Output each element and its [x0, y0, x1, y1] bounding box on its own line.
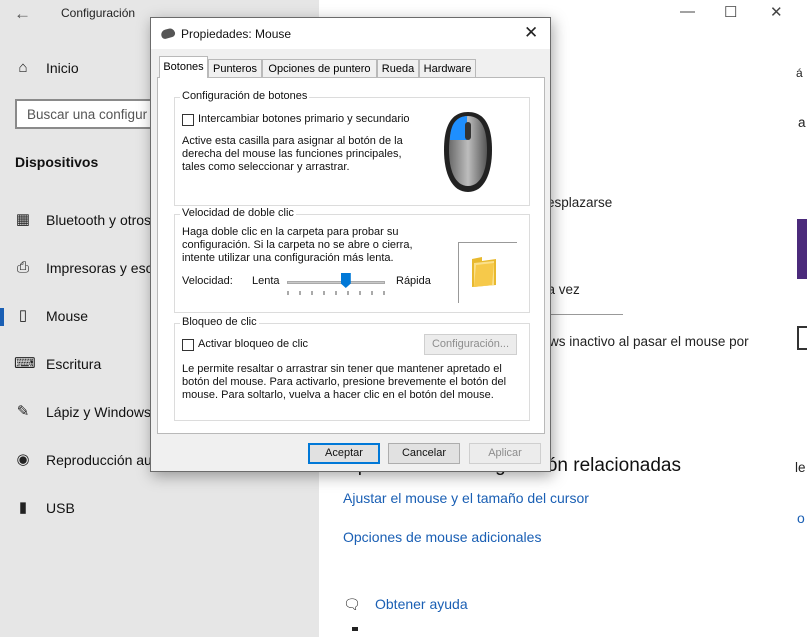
slider-ticks [287, 291, 385, 295]
group-click-lock: Bloqueo de clic Activar bloqueo de clic … [174, 316, 530, 421]
tab-panel-botones: Configuración de botones Intercambiar bo… [157, 77, 545, 434]
section-heading: Dispositivos [15, 154, 99, 170]
edge-char: o [797, 510, 805, 526]
ok-button[interactable]: Aceptar [308, 443, 380, 464]
bluetooth-icon: ▦ [15, 211, 31, 228]
tab-botones[interactable]: Botones [159, 56, 208, 78]
keyboard-icon: ⌨ [14, 355, 36, 372]
click-lock-description: Le permite resaltar o arrastrar sin tene… [182, 363, 507, 401]
autoplay-icon: ◉ [16, 451, 30, 468]
minimize-icon[interactable]: — [680, 3, 695, 20]
link-cursor-size[interactable]: Ajustar el mouse y el tamaño del cursor [343, 490, 589, 506]
slider-track [287, 281, 385, 284]
slow-label: Lenta [252, 275, 280, 287]
mouse-properties-dialog: Propiedades: Mouse ✕ Botones Punteros Op… [150, 17, 551, 472]
fast-label: Rápida [396, 275, 431, 287]
home-icon: ⌂ [18, 59, 28, 76]
speed-description: Haga doble clic en la carpeta para proba… [182, 226, 413, 264]
sidebar-item-label: Impresoras y esc [46, 260, 153, 276]
edge-char: le [795, 460, 806, 475]
group-button-config: Configuración de botones Intercambiar bo… [174, 90, 530, 206]
swap-buttons-description: Active esta casilla para asignar al botó… [182, 135, 403, 173]
cancel-button[interactable]: Cancelar [388, 443, 460, 464]
pen-icon: ✎ [16, 403, 30, 420]
group-double-click-speed: Velocidad de doble clic Haga doble clic … [174, 207, 530, 313]
toggle-partial[interactable] [797, 326, 807, 350]
option-text: esplazarse [547, 195, 613, 210]
click-lock-settings-button[interactable]: Configuración... [424, 334, 517, 355]
group-title: Configuración de botones [180, 90, 310, 102]
feedback-icon [352, 627, 358, 631]
sidebar-item-label: Mouse [46, 308, 89, 324]
app-title: Configuración [61, 6, 136, 20]
sidebar-item-usb[interactable]: ▮ USB [0, 491, 319, 527]
folder-icon[interactable] [470, 255, 498, 289]
mouse-icon: ▯ [18, 307, 28, 324]
edge-char: a [798, 115, 806, 130]
mouse-icon [160, 27, 176, 40]
sidebar-item-label: Inicio [46, 60, 79, 76]
option-text: ws inactivo al pasar el mouse por [549, 334, 749, 349]
tab-hardware[interactable]: Hardware [419, 59, 476, 77]
speed-label: Velocidad: [182, 275, 233, 287]
sidebar-item-label: Lápiz y Windows [46, 404, 152, 420]
usb-icon: ▮ [18, 499, 28, 516]
sidebar-item-label: Reproducción au [46, 452, 152, 468]
sidebar-item-label: Escritura [46, 356, 102, 372]
sidebar-item-label: Bluetooth y otros [46, 212, 152, 228]
swap-buttons-label[interactable]: Intercambiar botones primario y secundar… [198, 113, 410, 125]
tab-rueda[interactable]: Rueda [377, 59, 419, 77]
close-icon[interactable]: ✕ [770, 3, 783, 21]
speed-slider[interactable] [287, 273, 385, 307]
close-icon[interactable]: ✕ [524, 23, 538, 43]
edge-char: á [796, 66, 803, 80]
search-placeholder: Buscar una configur [27, 107, 148, 122]
link-additional-mouse-options[interactable]: Opciones de mouse adicionales [343, 529, 541, 545]
printer-icon: ⎙ [16, 259, 29, 276]
mouse-illustration-icon [444, 112, 492, 192]
group-title: Bloqueo de clic [180, 316, 259, 328]
swap-buttons-checkbox[interactable] [182, 114, 194, 126]
edge-tile [797, 219, 807, 279]
active-indicator [0, 308, 4, 326]
maximize-icon[interactable]: ☐ [724, 3, 737, 21]
dialog-titlebar[interactable]: Propiedades: Mouse ✕ [151, 18, 550, 49]
help-icon: 🗨 [343, 596, 361, 612]
link-get-help[interactable]: Obtener ayuda [375, 596, 468, 612]
click-lock-checkbox[interactable] [182, 339, 194, 351]
click-lock-label[interactable]: Activar bloqueo de clic [198, 338, 308, 350]
dropdown-underline [540, 314, 623, 315]
apply-button[interactable]: Aplicar [469, 443, 541, 464]
dialog-title: Propiedades: Mouse [181, 27, 292, 41]
tab-opciones-puntero[interactable]: Opciones de puntero [262, 59, 377, 77]
slider-thumb[interactable] [340, 273, 351, 288]
test-folder-area[interactable] [458, 242, 517, 303]
tab-punteros[interactable]: Punteros [208, 59, 262, 77]
sidebar-item-label: USB [46, 500, 75, 516]
group-title: Velocidad de doble clic [180, 207, 296, 219]
back-arrow-icon[interactable]: ← [14, 4, 31, 24]
